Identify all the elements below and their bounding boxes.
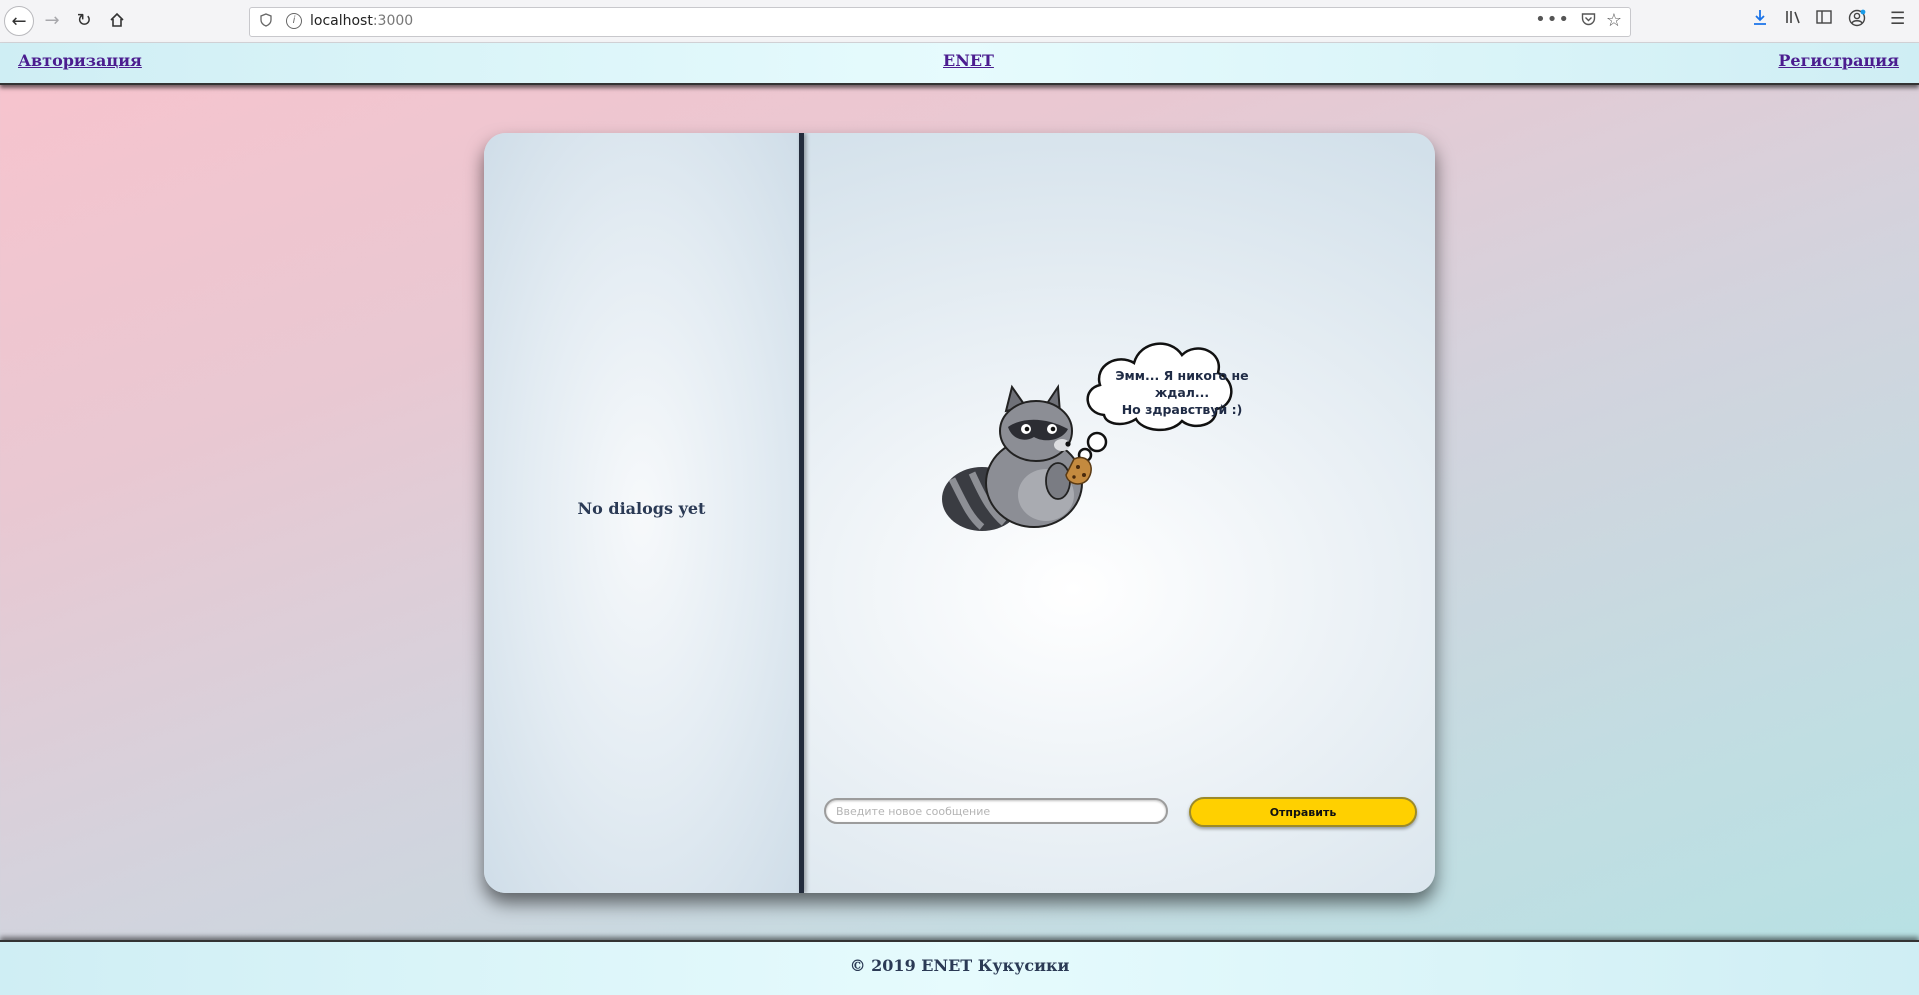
site-footer: © 2019 ENET Кукусики bbox=[0, 940, 1919, 995]
raccoon-illustration: Эмм... Я никого не ждал... Но здравствуй… bbox=[934, 303, 1249, 533]
chat-area: Эмм... Я никого не ждал... Но здравствуй… bbox=[804, 133, 1435, 893]
thought-line-2: Но здравствуй :) bbox=[1121, 402, 1243, 417]
shield-icon bbox=[260, 13, 272, 31]
url-host: localhost bbox=[310, 13, 373, 29]
register-link[interactable]: Регистрация bbox=[1778, 51, 1899, 70]
more-actions-icon[interactable]: ••• bbox=[1535, 9, 1570, 30]
brand-link[interactable]: ENET bbox=[943, 51, 994, 70]
messenger-card: No dialogs yet Эмм... Я никого не ждал..… bbox=[484, 133, 1435, 893]
account-icon[interactable] bbox=[1848, 9, 1866, 32]
download-icon[interactable] bbox=[1753, 9, 1767, 30]
thought-text: Эмм... Я никого не ждал... Но здравствуй… bbox=[1100, 367, 1264, 418]
hamburger-menu-icon[interactable]: ☰ bbox=[1890, 9, 1905, 29]
sidebar-icon[interactable] bbox=[1816, 9, 1832, 29]
home-icon[interactable] bbox=[103, 6, 131, 34]
message-input[interactable] bbox=[824, 798, 1168, 824]
send-button[interactable]: Отправить bbox=[1189, 797, 1417, 827]
forward-icon[interactable]: → bbox=[38, 6, 66, 34]
url-text: localhost:3000 bbox=[310, 13, 413, 29]
pocket-icon[interactable] bbox=[1581, 12, 1596, 30]
library-icon[interactable] bbox=[1785, 9, 1803, 30]
info-icon[interactable]: i bbox=[286, 13, 302, 29]
back-icon[interactable]: ← bbox=[4, 6, 34, 36]
empty-dialogs-text: No dialogs yet bbox=[577, 499, 706, 518]
url-bar[interactable]: i localhost:3000 ••• ☆ bbox=[249, 7, 1631, 37]
url-port: :3000 bbox=[372, 13, 414, 29]
copyright-text: © 2019 ENET Кукусики bbox=[849, 956, 1070, 975]
login-link[interactable]: Авторизация bbox=[18, 51, 142, 70]
browser-toolbar: ← → ↻ i localhost:3000 ••• ☆ ☰ bbox=[0, 0, 1919, 43]
raccoon-head bbox=[999, 384, 1073, 462]
dialogs-panel: No dialogs yet bbox=[484, 133, 799, 893]
reload-icon[interactable]: ↻ bbox=[70, 6, 98, 34]
thought-line-1: Эмм... Я никого не ждал... bbox=[1115, 368, 1249, 400]
bookmark-star-icon[interactable]: ☆ bbox=[1606, 10, 1622, 31]
site-header: Авторизация ENET Регистрация bbox=[0, 43, 1919, 85]
raccoon-image bbox=[942, 342, 1233, 531]
